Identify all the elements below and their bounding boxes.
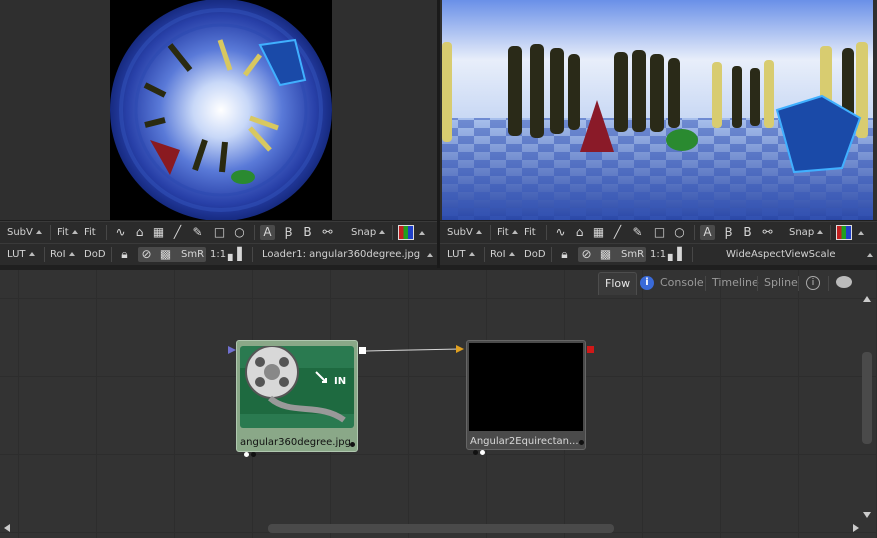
- scroll-right-icon[interactable]: [853, 524, 859, 532]
- loader-thumbnail: IN: [240, 345, 354, 428]
- scroll-up-icon[interactable]: [863, 296, 871, 302]
- loader-port-dot-2[interactable]: [251, 452, 256, 457]
- film-reel-icon: [240, 345, 354, 423]
- loader-output-port[interactable]: [359, 347, 366, 354]
- scroll-left-icon[interactable]: [4, 524, 10, 532]
- loader-input-arrow[interactable]: [228, 346, 236, 354]
- angular-port-dot-3[interactable]: [579, 440, 584, 445]
- loader-badge: IN: [334, 376, 347, 387]
- scroll-down-icon[interactable]: [863, 512, 871, 518]
- horizontal-scrollbar[interactable]: [268, 524, 614, 533]
- vertical-scrollbar[interactable]: [862, 352, 872, 444]
- angular-port-dot-2[interactable]: [480, 450, 485, 455]
- connection-line: [365, 348, 461, 352]
- angular-node-label: Angular2Equirectan...: [470, 436, 578, 447]
- angular-node[interactable]: Angular2Equirectan...: [466, 340, 586, 450]
- loader-node-label: angular360degree.jpg: [240, 437, 350, 448]
- loader-port-dot-3[interactable]: [350, 442, 355, 447]
- angular-port-dot[interactable]: [473, 450, 478, 455]
- loader-port-dot[interactable]: [244, 452, 249, 457]
- angular-thumbnail: [469, 343, 583, 431]
- node-connections: [228, 345, 464, 354]
- input-port-arrow[interactable]: [456, 345, 464, 353]
- angular-output-port[interactable]: [587, 346, 594, 353]
- loader-node[interactable]: IN angular360degree.jpg: [236, 340, 358, 452]
